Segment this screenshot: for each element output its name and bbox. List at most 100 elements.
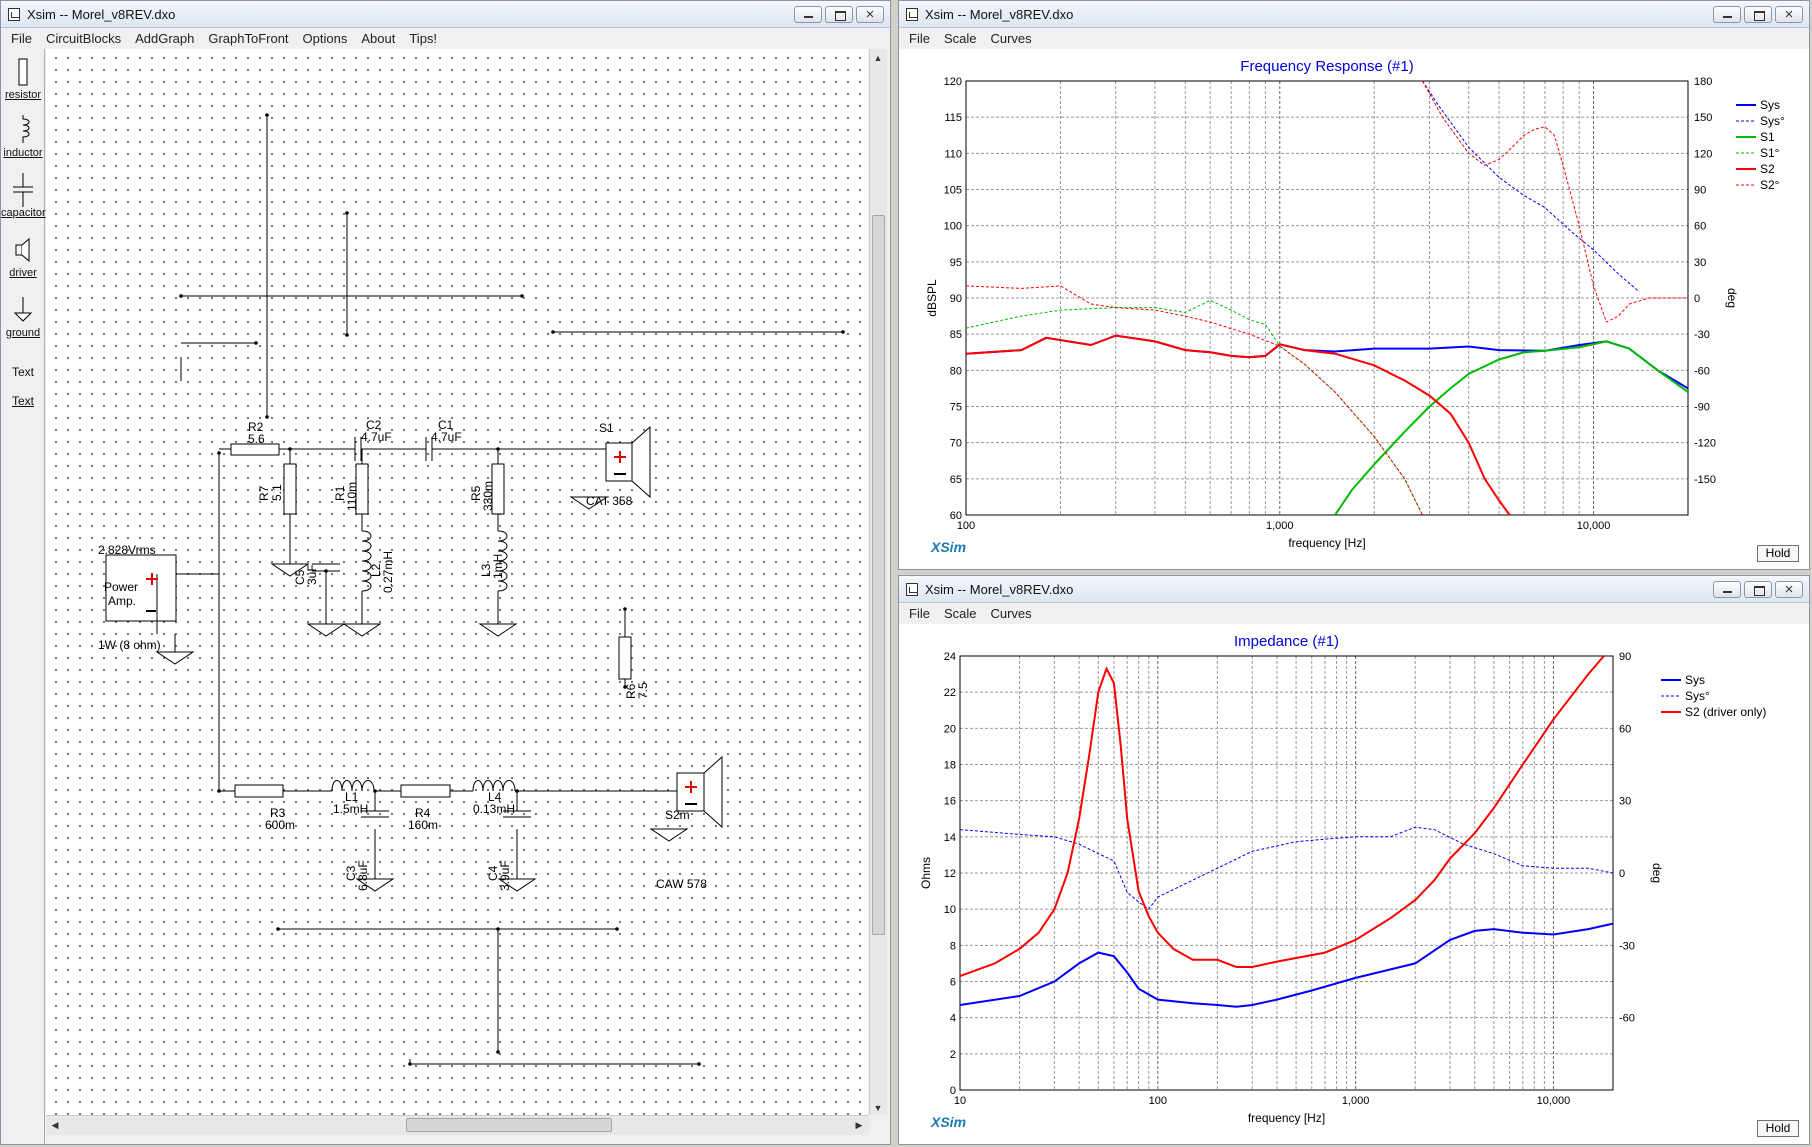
menu-curves[interactable]: Curves <box>983 606 1038 621</box>
menu-options[interactable]: Options <box>296 31 355 46</box>
menu-file[interactable]: File <box>902 606 937 621</box>
series-line-s2 <box>966 334 1511 515</box>
y2-tick-label: 90 <box>1619 651 1631 663</box>
resistor-icon <box>18 58 28 86</box>
y-tick-label: 75 <box>950 402 962 414</box>
tool-resistor[interactable]: resistor <box>1 55 45 101</box>
label-c4-val: 3.9uF <box>498 860 512 891</box>
y2-axis-label: deg <box>1725 288 1739 308</box>
legend-label: S1° <box>1760 146 1780 160</box>
hold-button[interactable]: Hold <box>1757 545 1799 562</box>
y-tick-label: 22 <box>944 687 956 699</box>
tool-ground-label: ground <box>5 327 41 339</box>
label-s1-model: CAT 358 <box>586 494 633 508</box>
y2-axis-label: deg <box>1650 863 1664 883</box>
x-tick-label: 10,000 <box>1577 520 1611 532</box>
tool-inductor[interactable]: inductor <box>1 113 45 159</box>
impedance-chart[interactable]: 10 100 1,000 10,000024681012141618202224-60… <box>899 624 1810 1145</box>
speaker-icon <box>15 237 30 263</box>
label-amp-voltage: 2.828Vrms <box>98 543 156 557</box>
maximize-icon[interactable] <box>825 6 853 23</box>
x-axis-label: frequency [Hz] <box>1288 536 1365 550</box>
close-icon[interactable] <box>856 6 884 23</box>
chart-title: Frequency Response (#1) <box>1240 58 1413 75</box>
horizontal-scroll-thumb[interactable] <box>406 1118 612 1132</box>
tool-capacitor[interactable]: capacitor <box>1 173 46 219</box>
series-line-s1 <box>1334 340 1688 515</box>
label-c1-val: 4.7uF <box>431 430 462 444</box>
y-tick-label: 20 <box>944 723 956 735</box>
label-s1: S1 <box>599 421 614 435</box>
minimize-icon[interactable] <box>1713 581 1741 598</box>
menu-addgraph[interactable]: AddGraph <box>128 31 201 46</box>
legend-label: S2° <box>1760 178 1780 192</box>
y-tick-label: 85 <box>950 329 962 341</box>
menu-tips[interactable]: Tips! <box>402 31 444 46</box>
tool-ground[interactable]: ground <box>1 295 45 339</box>
scroll-up-icon[interactable]: ▲ <box>871 51 885 65</box>
schematic-horizontal-scrollbar[interactable]: ◀ ▶ <box>46 1115 869 1135</box>
label-l1-val: 1.5mH <box>333 802 368 816</box>
y2-tick-label: 0 <box>1619 868 1625 880</box>
close-icon[interactable] <box>1775 6 1803 23</box>
maximize-icon[interactable] <box>1744 6 1772 23</box>
y-tick-label: 115 <box>944 112 962 124</box>
minimize-icon[interactable] <box>794 6 822 23</box>
schematic-window: Xsim -- Morel_v8REV.dxo File CircuitBloc… <box>0 0 891 1145</box>
menu-scale[interactable]: Scale <box>937 606 984 621</box>
schematic-canvas[interactable]: R2 5.6 C2 4.7uF C1 4.7uF S1 CAT 358 R7 5… <box>46 49 868 1115</box>
vertical-scroll-thumb[interactable] <box>872 215 885 935</box>
label-r6-val: 7.5 <box>636 682 650 699</box>
label-l4-val: 0.13mH <box>473 802 515 816</box>
y2-tick-label: 150 <box>1694 112 1712 124</box>
y-tick-label: 2 <box>950 1049 956 1061</box>
menu-graphtofront[interactable]: GraphToFront <box>201 31 295 46</box>
label-amp-line2: Amp. <box>108 594 136 608</box>
menu-about[interactable]: About <box>354 31 402 46</box>
freq-titlebar[interactable]: Xsim -- Morel_v8REV.dxo <box>899 1 1809 28</box>
y2-tick-label: 30 <box>1694 257 1706 269</box>
menu-curves[interactable]: Curves <box>983 31 1038 46</box>
y-tick-label: 12 <box>944 868 956 880</box>
freq-graph-area: 100 1,000 10,000 60 65 70 75 80 85 90 95 100 105 110 1… <box>899 49 1809 569</box>
schematic-titlebar[interactable]: Xsim -- Morel_v8REV.dxo <box>1 1 890 28</box>
label-l2-val: 0.27mH <box>381 551 395 593</box>
schematic-vertical-scrollbar[interactable]: ▲ ▼ <box>869 49 887 1115</box>
maximize-icon[interactable] <box>1744 581 1772 598</box>
y2-tick-label: -30 <box>1694 329 1710 341</box>
label-r4-val: 160m <box>408 818 438 832</box>
label-c3-val: 6.8uF <box>356 860 370 891</box>
hold-button[interactable]: Hold <box>1757 1120 1799 1137</box>
imp-graph-area: 10 100 1,000 10,000 0 2 4 6 8 10 12 14 16 18 20 22 24 -60… <box>899 624 1809 1144</box>
tool-capacitor-label: capacitor <box>1 207 46 219</box>
label-c5-val: 3uF <box>305 564 319 585</box>
menu-scale[interactable]: Scale <box>937 31 984 46</box>
legend-label: S1 <box>1760 130 1775 144</box>
tool-driver[interactable]: driver <box>1 235 45 279</box>
legend-label: S2 <box>1760 162 1775 176</box>
label-r1-val: 110m <box>345 482 359 511</box>
y-tick-label: 65 <box>950 474 962 486</box>
frequency-response-chart[interactable]: 100 1,000 10,00060657075808590951001051101… <box>899 49 1810 570</box>
menu-circuitblocks[interactable]: CircuitBlocks <box>39 31 128 46</box>
series-line-s2-driver-only- <box>960 656 1605 978</box>
y-tick-label: 80 <box>950 365 962 377</box>
tool-text[interactable]: Text <box>1 394 45 408</box>
scroll-right-icon[interactable]: ▶ <box>852 1118 866 1132</box>
y-tick-label: 60 <box>950 510 962 522</box>
app-icon <box>906 8 918 21</box>
minimize-icon[interactable] <box>1713 6 1741 23</box>
menu-file[interactable]: File <box>4 31 39 46</box>
x-axis-label: frequency [Hz] <box>1248 1111 1325 1125</box>
y-tick-label: 14 <box>944 832 956 844</box>
close-icon[interactable] <box>1775 581 1803 598</box>
scroll-down-icon[interactable]: ▼ <box>871 1101 885 1115</box>
legend-label: S2 (driver only) <box>1685 705 1766 719</box>
tool-text-plain[interactable]: Text <box>1 365 45 379</box>
y-axis-label: Ohms <box>919 857 933 889</box>
imp-titlebar[interactable]: Xsim -- Morel_v8REV.dxo <box>899 576 1809 603</box>
scroll-left-icon[interactable]: ◀ <box>48 1118 62 1132</box>
y-tick-label: 70 <box>950 438 962 450</box>
menu-file[interactable]: File <box>902 31 937 46</box>
tool-text-plain-label: Text <box>11 365 34 379</box>
